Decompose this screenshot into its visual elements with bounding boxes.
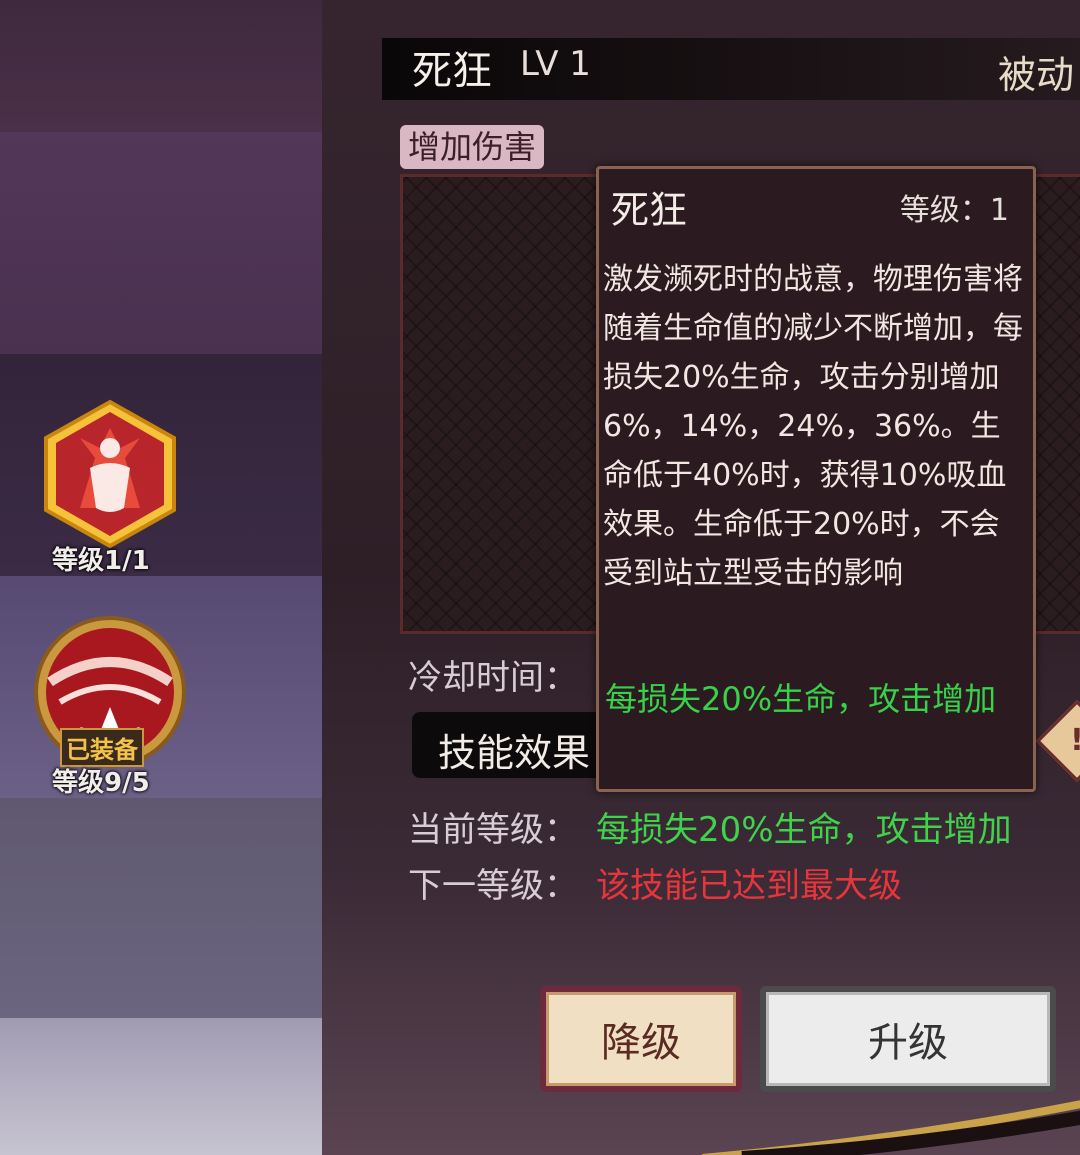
skill-slot-2[interactable]: 已装备 等级9/5 (0, 576, 322, 798)
effect-label: 技能效果 (438, 731, 591, 775)
tooltip-skill-name: 死狂 (611, 188, 688, 232)
exclamation-icon: ! (1070, 723, 1080, 758)
tooltip-skill-level: 等级：1 (899, 193, 1009, 228)
skill-type: 被动 (998, 53, 1075, 97)
muscle-hex-icon (44, 399, 176, 548)
skill-slot-empty-2[interactable] (0, 132, 322, 354)
skill-slot-empty-4[interactable] (0, 1018, 322, 1155)
downgrade-button-label: 降级 (601, 1020, 681, 1066)
skill-tag: 增加伤害 (400, 125, 545, 169)
info-diamond-button[interactable]: ! (1035, 699, 1080, 783)
downgrade-button[interactable]: 降级 (540, 986, 742, 1092)
skill-tooltip: 死狂 等级：1 激发濒死时的战意，物理伤害将随着生命值的减少不断增加，每损失20… (596, 166, 1036, 792)
skill-slot-empty-1[interactable] (0, 0, 322, 132)
tooltip-effect: 每损失20%生命，攻击增加 (605, 680, 997, 718)
skill-level-label: 等级1/1 (52, 546, 150, 576)
next-level-label: 下一等级： (408, 866, 578, 906)
cooldown-label: 冷却时间： (408, 658, 578, 698)
upgrade-button[interactable]: 升级 (760, 986, 1056, 1092)
next-level-value: 该技能已达到最大级 (596, 866, 902, 906)
skill-title: 死狂 (412, 48, 492, 94)
gold-stroke-decoration (702, 1100, 1080, 1155)
skill-level: LV 1 (520, 44, 591, 84)
current-level-label: 当前等级： (408, 810, 578, 850)
skill-list-panel: 等级1/1 已装备 等级9/5 (0, 0, 322, 1155)
skill-slot-1[interactable]: 等级1/1 (0, 354, 322, 576)
current-level-value: 每损失20%生命，攻击增加 (596, 810, 1012, 850)
skill-slot-empty-3[interactable] (0, 798, 322, 1018)
skill-level-label: 等级9/5 (52, 768, 150, 798)
upgrade-button-label: 升级 (868, 1020, 948, 1066)
tooltip-description: 激发濒死时的战意，物理伤害将随着生命值的减少不断增加，每损失20%生命，攻击分别… (603, 262, 1023, 591)
